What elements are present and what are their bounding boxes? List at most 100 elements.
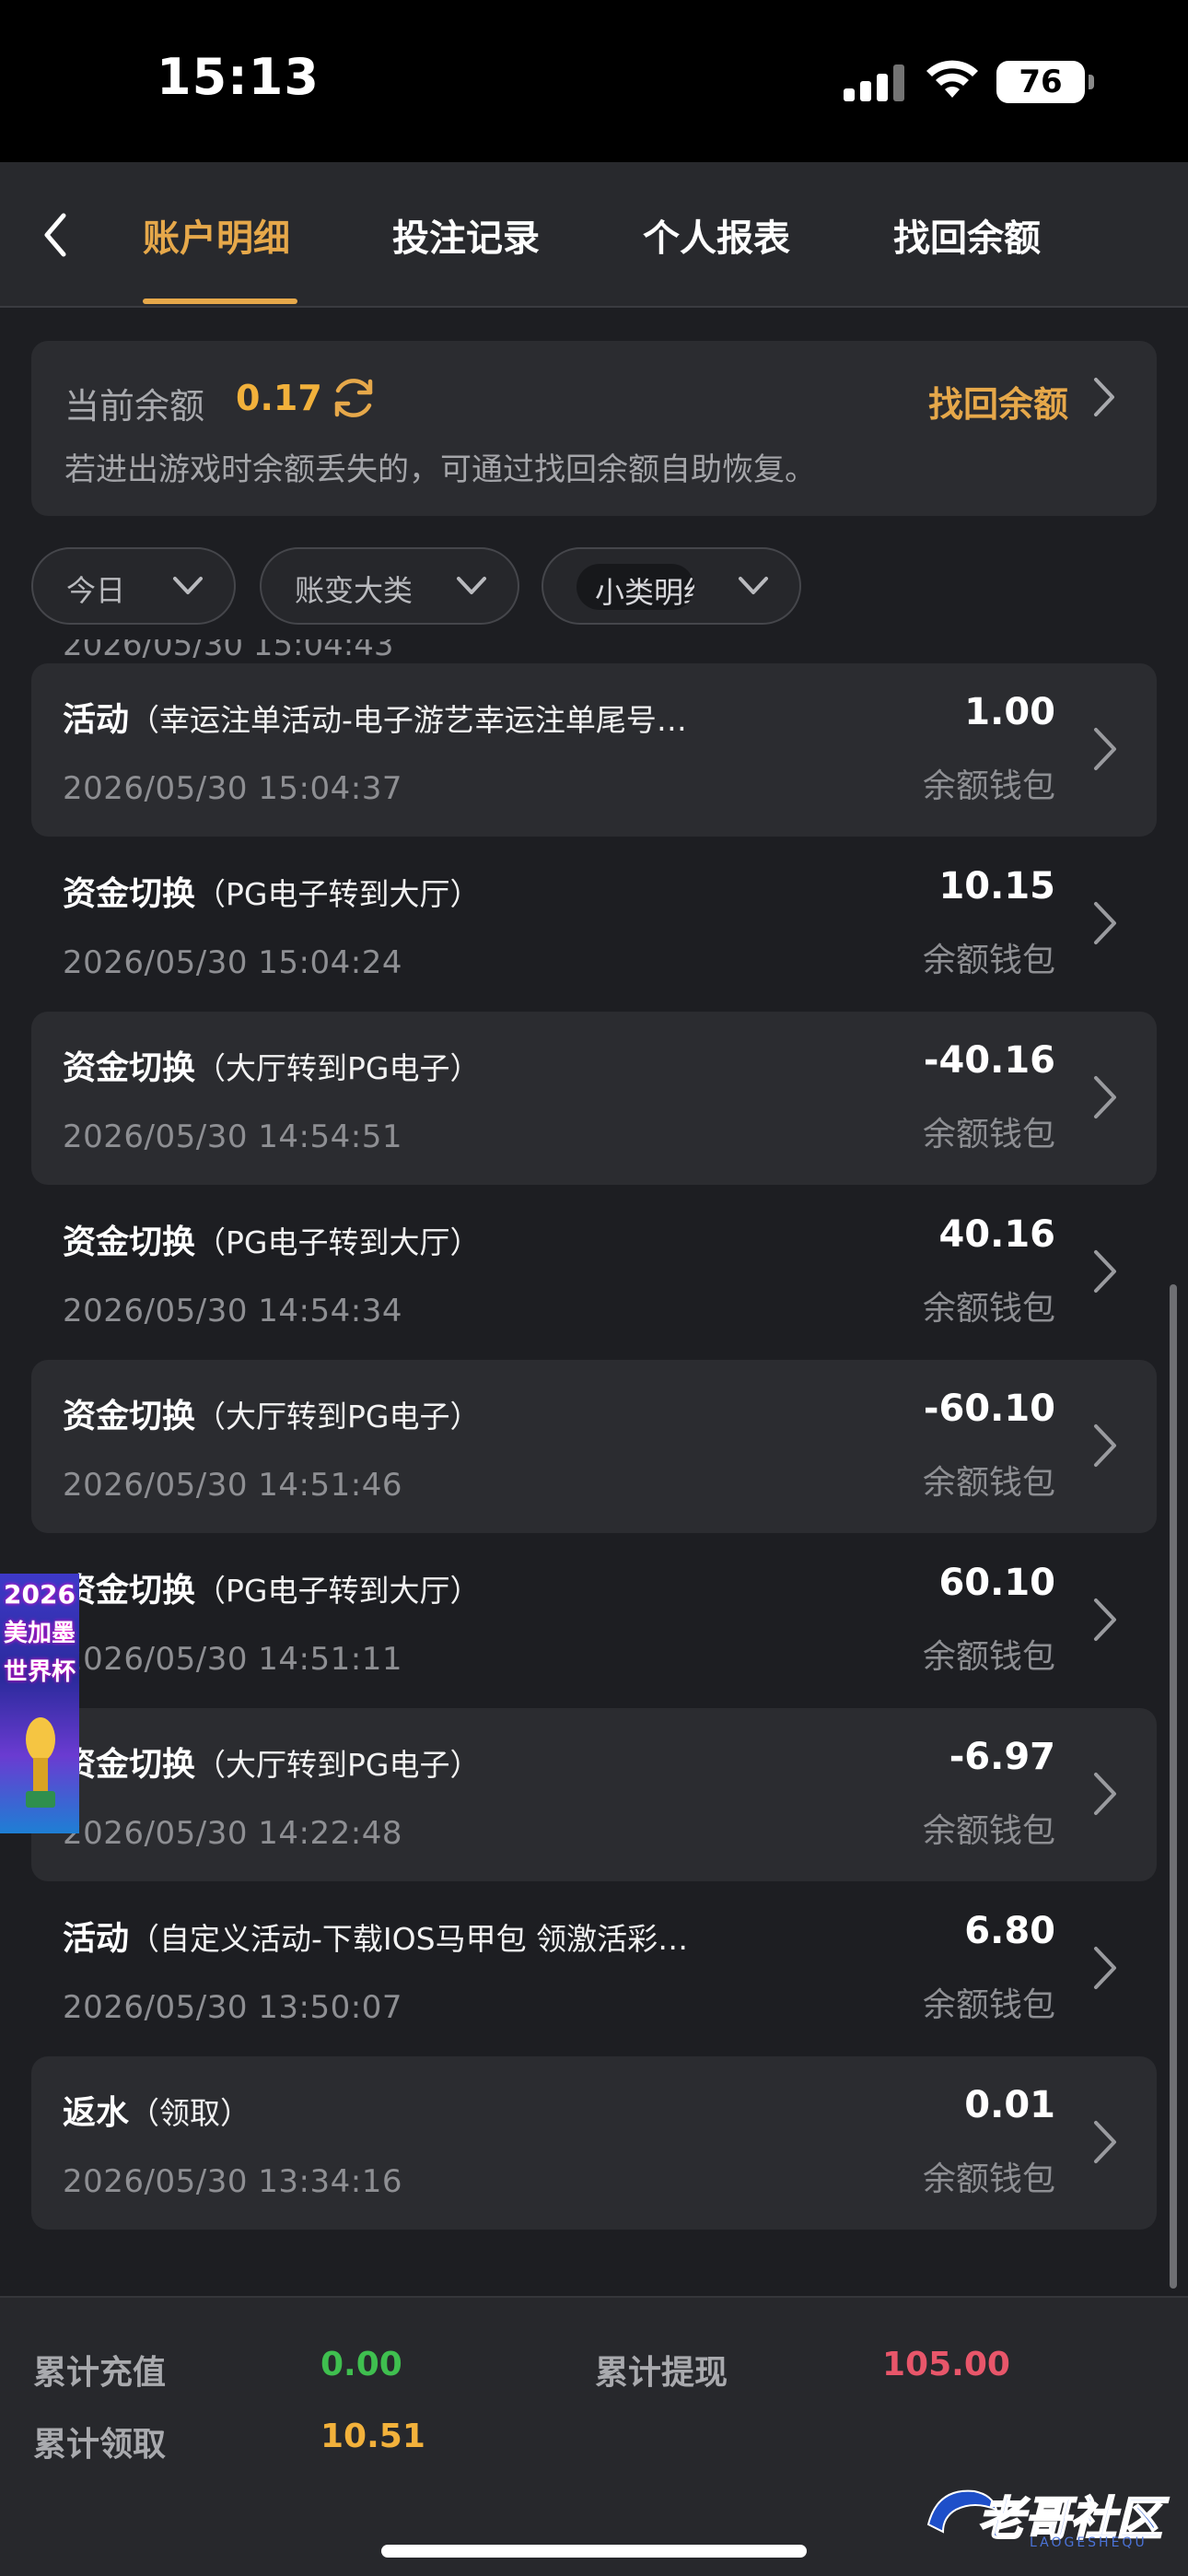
total-withdraw-value: 105.00 bbox=[882, 2346, 1010, 2383]
record-date: 2026/05/30 13:34:16 bbox=[63, 2163, 402, 2200]
chevron-right-icon bbox=[1094, 1076, 1116, 1118]
balance-note: 若进出游戏时余额丢失的，可通过找回余额自助恢复。 bbox=[64, 451, 816, 488]
list-item[interactable]: 活动（自定义活动-下载IOS马甲包 领激活彩… 2026/05/30 13:50… bbox=[31, 1882, 1157, 2055]
list-item[interactable]: 返水（领取） 2026/05/30 13:34:16 0.01 余额钱包 bbox=[31, 2056, 1157, 2230]
record-title: 资金切换（PG电子转到大厅） bbox=[63, 1224, 481, 1261]
total-recharge-value: 0.00 bbox=[320, 2346, 402, 2383]
list-item[interactable]: 资金切换（PG电子转到大厅） 2026/05/30 15:04:24 10.15… bbox=[31, 837, 1157, 1011]
filter-major-category-label: 账变大类 bbox=[295, 573, 413, 608]
chevron-down-icon bbox=[457, 577, 486, 594]
chevron-right-icon[interactable] bbox=[1089, 376, 1120, 418]
summary-footer: 累计充值 0.00 累计提现 105.00 累计领取 10.51 bbox=[0, 2296, 1188, 2482]
record-date: 2026/05/30 13:50:07 bbox=[63, 1989, 402, 2026]
wifi-icon bbox=[926, 60, 978, 98]
record-amount: 6.80 bbox=[964, 1910, 1055, 1952]
record-date: 2026/05/30 14:51:46 bbox=[63, 1467, 402, 1504]
filter-subcategory-label: 小类明细 bbox=[595, 575, 694, 610]
record-amount: -60.10 bbox=[923, 1388, 1055, 1430]
chevron-down-icon bbox=[173, 577, 203, 594]
recover-balance-link[interactable]: 找回余额 bbox=[928, 376, 1068, 427]
record-title: 资金切换（大厅转到PG电子） bbox=[63, 1398, 481, 1435]
watermark-logo: 老哥社区 LAOGESHEQU bbox=[919, 2469, 1177, 2558]
record-amount: 60.10 bbox=[938, 1562, 1055, 1604]
record-wallet: 余额钱包 bbox=[922, 1986, 1055, 2024]
record-wallet: 余额钱包 bbox=[922, 767, 1055, 805]
balance-label: 当前余额 bbox=[64, 386, 205, 427]
partial-record-date: 2026/05/30 15:04:43 bbox=[63, 639, 394, 663]
record-wallet: 余额钱包 bbox=[922, 1290, 1055, 1328]
tab-bet-records[interactable]: 投注记录 bbox=[392, 208, 540, 262]
filter-date-label: 今日 bbox=[66, 573, 126, 608]
record-title: 资金切换（大厅转到PG电子） bbox=[63, 1049, 481, 1087]
scrollbar[interactable] bbox=[1170, 1284, 1177, 2289]
watermark-subtext: LAOGESHEQU bbox=[1030, 2535, 1147, 2550]
home-indicator[interactable] bbox=[381, 2545, 807, 2558]
record-title: 资金切换（PG电子转到大厅） bbox=[63, 875, 481, 913]
promo-line2: 美加墨 bbox=[3, 1620, 76, 1647]
chevron-right-icon bbox=[1094, 1773, 1116, 1815]
balance-value: 0.17 bbox=[236, 378, 322, 418]
record-amount: -6.97 bbox=[949, 1736, 1055, 1778]
chevron-right-icon bbox=[1094, 1947, 1116, 1989]
record-amount: 10.15 bbox=[938, 865, 1055, 907]
record-date: 2026/05/30 15:04:24 bbox=[63, 944, 402, 981]
record-wallet: 余额钱包 bbox=[922, 1116, 1055, 1153]
list-item[interactable]: 资金切换（PG电子转到大厅） 2026/05/30 14:51:11 60.10… bbox=[31, 1534, 1157, 1707]
filter-subcategory-pill: 小类明细 bbox=[577, 564, 694, 610]
filter-date[interactable]: 今日 bbox=[31, 547, 236, 625]
record-date: 2026/05/30 14:54:51 bbox=[63, 1118, 402, 1155]
record-wallet: 余额钱包 bbox=[922, 942, 1055, 979]
chevron-right-icon bbox=[1094, 1250, 1116, 1293]
status-bar: 15:13 76 bbox=[0, 0, 1188, 162]
chevron-right-icon bbox=[1094, 902, 1116, 944]
transaction-list[interactable]: 2026/05/30 15:04:43 活动（幸运注单活动-电子游艺幸运注单尾号… bbox=[0, 639, 1188, 2296]
chevron-right-icon bbox=[1094, 728, 1116, 770]
record-amount: 0.01 bbox=[964, 2084, 1055, 2126]
record-date: 2026/05/30 14:54:34 bbox=[63, 1293, 402, 1329]
promo-year: 2026 bbox=[4, 1579, 76, 1610]
list-item[interactable]: 资金切换（大厅转到PG电子） 2026/05/30 14:22:48 -6.97… bbox=[31, 1708, 1157, 1881]
list-item[interactable]: 资金切换（大厅转到PG电子） 2026/05/30 14:54:51 -40.1… bbox=[31, 1012, 1157, 1185]
record-amount: -40.16 bbox=[923, 1039, 1055, 1082]
total-claim-label: 累计领取 bbox=[33, 2426, 167, 2464]
tab-recover-balance[interactable]: 找回余额 bbox=[893, 208, 1041, 262]
refresh-icon[interactable] bbox=[328, 372, 379, 424]
record-date: 2026/05/30 14:51:11 bbox=[63, 1641, 402, 1678]
chevron-right-icon bbox=[1094, 1598, 1116, 1641]
filter-subcategory[interactable]: 小类明细 bbox=[542, 547, 801, 625]
trophy-icon bbox=[26, 1717, 55, 1808]
tab-account-details[interactable]: 账户明细 bbox=[143, 208, 290, 262]
world-cup-promo-banner[interactable]: 2026 美加墨 世界杯 bbox=[0, 1574, 79, 1833]
top-nav: 账户明细 投注记录 个人报表 找回余额 bbox=[0, 162, 1188, 308]
record-amount: 40.16 bbox=[938, 1213, 1055, 1256]
list-item[interactable]: 资金切换（大厅转到PG电子） 2026/05/30 14:51:46 -60.1… bbox=[31, 1360, 1157, 1533]
battery-icon: 76 bbox=[996, 61, 1094, 103]
chevron-down-icon bbox=[739, 577, 768, 594]
back-button[interactable] bbox=[28, 203, 83, 267]
record-wallet: 余额钱包 bbox=[922, 1812, 1055, 1850]
chevron-right-icon bbox=[1094, 1424, 1116, 1467]
list-item[interactable]: 活动（幸运注单活动-电子游艺幸运注单尾号… 2026/05/30 15:04:3… bbox=[31, 663, 1157, 837]
total-recharge-label: 累计充值 bbox=[33, 2354, 167, 2392]
record-title: 活动（幸运注单活动-电子游艺幸运注单尾号… bbox=[63, 701, 687, 739]
record-amount: 1.00 bbox=[964, 691, 1055, 733]
record-date: 2026/05/30 15:04:37 bbox=[63, 770, 402, 807]
cellular-signal-icon bbox=[844, 64, 904, 101]
status-time: 15:13 bbox=[157, 48, 320, 106]
total-withdraw-label: 累计提现 bbox=[595, 2354, 728, 2392]
record-title: 资金切换（大厅转到PG电子） bbox=[63, 1746, 481, 1784]
main-content: 当前余额 0.17 找回余额 若进出游戏时余额丢失的，可通过找回余额自助恢复。 … bbox=[0, 308, 1188, 2296]
promo-line3: 世界杯 bbox=[3, 1658, 76, 1686]
list-item[interactable]: 资金切换（PG电子转到大厅） 2026/05/30 14:54:34 40.16… bbox=[31, 1186, 1157, 1359]
record-wallet: 余额钱包 bbox=[922, 1464, 1055, 1502]
chevron-right-icon bbox=[1094, 2121, 1116, 2163]
balance-card: 当前余额 0.17 找回余额 若进出游戏时余额丢失的，可通过找回余额自助恢复。 bbox=[31, 341, 1157, 516]
filter-major-category[interactable]: 账变大类 bbox=[260, 547, 519, 625]
chevron-left-icon bbox=[44, 213, 66, 257]
record-title: 活动（自定义活动-下载IOS马甲包 领激活彩… bbox=[63, 1920, 689, 1958]
total-claim-value: 10.51 bbox=[320, 2418, 425, 2455]
record-wallet: 余额钱包 bbox=[922, 1638, 1055, 1676]
tab-personal-report[interactable]: 个人报表 bbox=[643, 208, 790, 262]
record-wallet: 余额钱包 bbox=[922, 2160, 1055, 2198]
record-date: 2026/05/30 14:22:48 bbox=[63, 1815, 402, 1852]
